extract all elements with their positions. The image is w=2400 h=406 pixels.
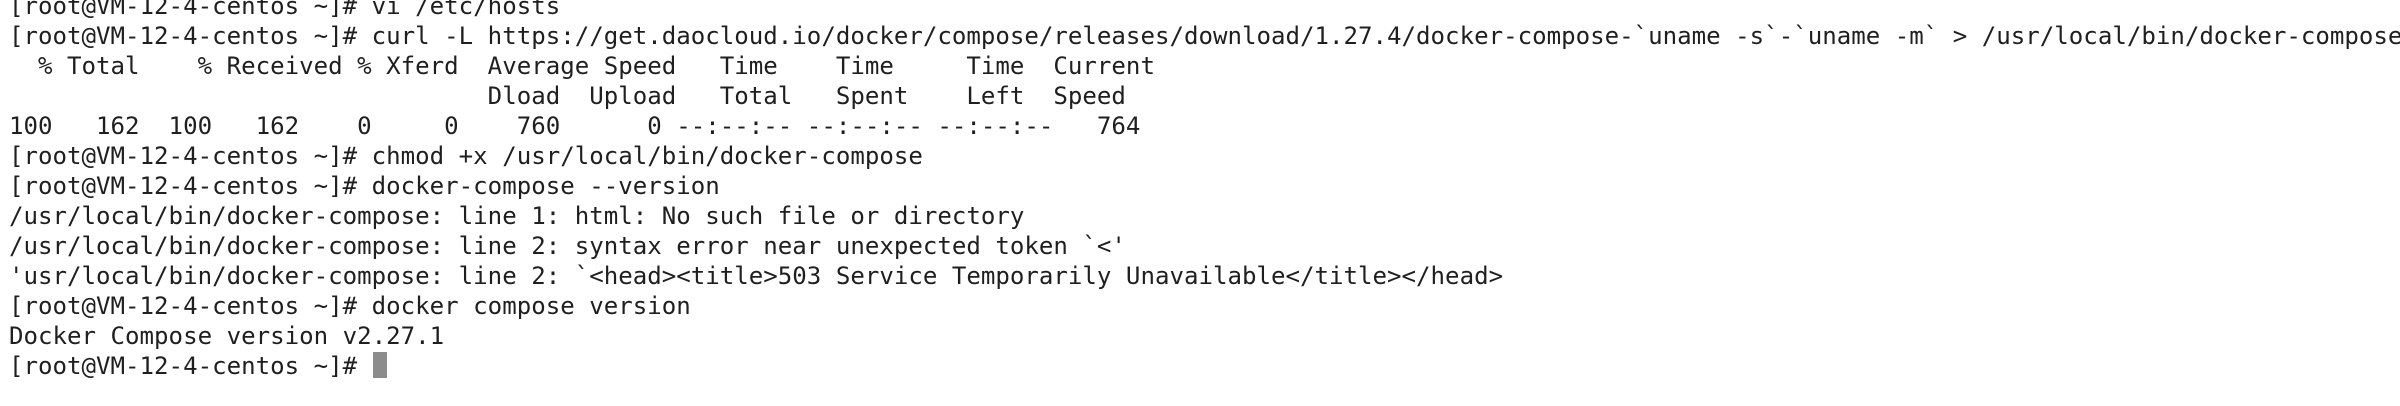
terminal-line: % Total % Received % Xferd Average Speed… [9, 52, 1155, 80]
terminal-line: [root@VM-12-4-centos ~]# curl -L https:/… [9, 22, 2400, 50]
terminal-line: Docker Compose version v2.27.1 [9, 322, 445, 350]
terminal-line: 'usr/local/bin/docker-compose: line 2: `… [9, 262, 1504, 290]
terminal-line: /usr/local/bin/docker-compose: line 1: h… [9, 202, 1025, 230]
terminal-cursor[interactable] [372, 352, 387, 378]
terminal-line: [root@VM-12-4-centos ~]# vi /etc/hosts [9, 0, 561, 20]
terminal-prompt: [root@VM-12-4-centos ~]# [9, 352, 372, 380]
terminal-line: [root@VM-12-4-centos ~]# docker-compose … [9, 172, 720, 200]
terminal-line: /usr/local/bin/docker-compose: line 2: s… [9, 232, 1126, 260]
terminal-line: 100 162 100 162 0 0 760 0 --:--:-- --:--… [9, 112, 1141, 140]
terminal-line: [root@VM-12-4-centos ~]# docker compose … [9, 292, 691, 320]
terminal-input-line[interactable]: [root@VM-12-4-centos ~]# [9, 351, 2400, 381]
terminal-line: [root@VM-12-4-centos ~]# chmod +x /usr/l… [9, 142, 923, 170]
terminal-window[interactable]: [root@VM-12-4-centos ~]# vi /etc/hosts [… [0, 0, 2400, 406]
terminal-line: Dload Upload Total Spent Left Speed [9, 82, 1126, 110]
